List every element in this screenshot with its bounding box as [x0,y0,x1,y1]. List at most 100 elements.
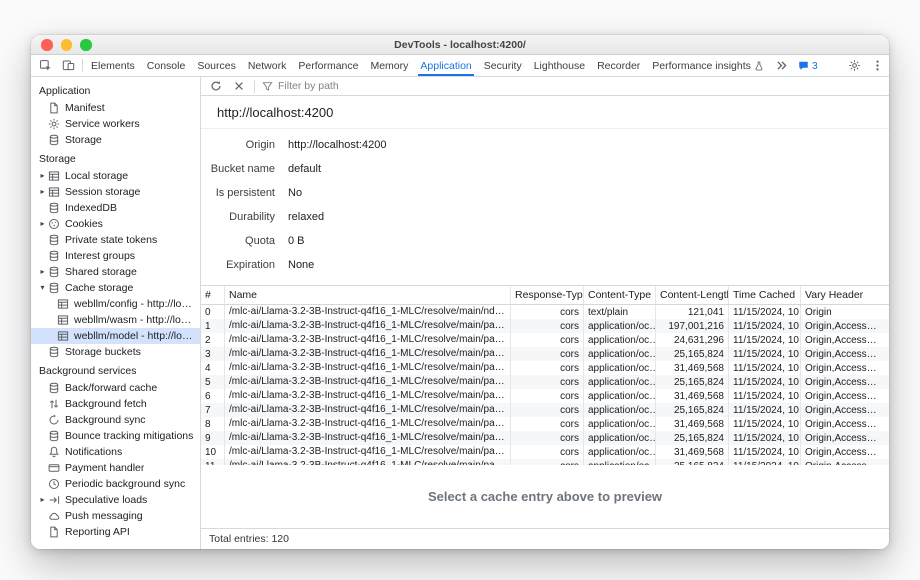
tab-elements[interactable]: Elements [85,55,141,76]
sidebar-item-storage[interactable]: Storage [31,132,200,148]
sidebar-item-reporting-api[interactable]: Reporting API [31,524,200,540]
database-icon [48,282,61,294]
sidebar-item-cache-storage[interactable]: ▾Cache storage [31,280,200,296]
sidebar-item-background-sync[interactable]: Background sync [31,412,200,428]
sidebar-item-bounce-tracking-mitigations[interactable]: Bounce tracking mitigations [31,428,200,444]
sidebar-item-push-messaging[interactable]: Push messaging [31,508,200,524]
tab-lighthouse[interactable]: Lighthouse [528,55,591,76]
tab-performance[interactable]: Performance [292,55,364,76]
sidebar-item-webllm-wasm-http-loca[interactable]: webllm/wasm - http://loca… [31,312,200,328]
cache-entry-row-9[interactable]: 9/mlc-ai/Llama-3.2-3B-Instruct-q4f16_1-M… [201,431,889,445]
sidebar-item-cookies[interactable]: ▸Cookies [31,216,200,232]
more-tabs-icon[interactable] [770,55,793,76]
tab-sources[interactable]: Sources [191,55,242,76]
settings-gear-icon[interactable] [843,55,866,76]
cell-: 0 [201,305,225,319]
cell-content-length: 121,041 [656,305,729,319]
expander-collapsed-icon[interactable]: ▸ [37,268,48,276]
sidebar-item-local-storage[interactable]: ▸ Local storage [31,168,200,184]
sidebar-item-interest-groups[interactable]: Interest groups [31,248,200,264]
cell-name: /mlc-ai/Llama-3.2-3B-Instruct-q4f16_1-ML… [225,305,511,319]
sidebar-item-storage-buckets[interactable]: Storage buckets [31,344,200,360]
expander-expanded-icon[interactable]: ▾ [37,284,48,292]
delete-icon[interactable] [231,78,247,94]
cache-entry-row-1[interactable]: 1/mlc-ai/Llama-3.2-3B-Instruct-q4f16_1-M… [201,319,889,333]
sidebar-item-webllm-config-http-loc[interactable]: webllm/config - http://loc… [31,296,200,312]
cache-entry-row-10[interactable]: 10/mlc-ai/Llama-3.2-3B-Instruct-q4f16_1-… [201,445,889,459]
sidebar-item-shared-storage[interactable]: ▸ Shared storage [31,264,200,280]
cell-vary-header: Origin,Access… [801,319,889,333]
cell-content-length: 31,469,568 [656,417,729,431]
sidebar-item-back-forward-cache[interactable]: Back/forward cache [31,380,200,396]
tab-recorder[interactable]: Recorder [591,55,646,76]
cache-entry-row-4[interactable]: 4/mlc-ai/Llama-3.2-3B-Instruct-q4f16_1-M… [201,361,889,375]
sidebar-item-manifest[interactable]: Manifest [31,100,200,116]
sidebar-item-service-workers[interactable]: Service workers [31,116,200,132]
status-bar: Total entries: 120 [201,528,889,549]
column-header-name[interactable]: Name [225,286,511,304]
cell-: 1 [201,319,225,333]
cache-entry-row-3[interactable]: 3/mlc-ai/Llama-3.2-3B-Instruct-q4f16_1-M… [201,347,889,361]
filter-by-path-input[interactable]: Filter by path [262,80,339,92]
cell-name: /mlc-ai/Llama-3.2-3B-Instruct-q4f16_1-ML… [225,445,511,459]
database-icon [48,134,61,146]
column-header-[interactable]: # [201,286,225,304]
sidebar-item-periodic-background-sync[interactable]: Periodic background sync [31,476,200,492]
table-header-row: #NameResponse-TypeContent-TypeContent-Le… [201,286,889,305]
total-entries-text: Total entries: 120 [209,533,289,545]
cache-entry-row-6[interactable]: 6/mlc-ai/Llama-3.2-3B-Instruct-q4f16_1-M… [201,389,889,403]
table-icon [48,186,61,198]
file-icon [48,102,61,114]
sidebar-item-indexeddb[interactable]: IndexedDB [31,200,200,216]
tab-performance-insights[interactable]: Performance insights [646,55,770,76]
sidebar-item-label: Shared storage [65,266,137,278]
sidebar-item-private-state-tokens[interactable]: Private state tokens [31,232,200,248]
column-header-time-cached[interactable]: Time Cached [729,286,801,304]
cache-entry-row-0[interactable]: 0/mlc-ai/Llama-3.2-3B-Instruct-q4f16_1-M… [201,305,889,319]
cell-content-type: text/plain [584,305,656,319]
tab-application[interactable]: Application [414,55,477,76]
refresh-icon[interactable] [208,78,224,94]
zoom-window-button[interactable] [80,39,92,51]
column-header-response-type[interactable]: Response-Type [511,286,584,304]
expander-collapsed-icon[interactable]: ▸ [37,220,48,228]
filter-funnel-icon [262,81,273,92]
tab-security[interactable]: Security [478,55,528,76]
column-header-vary-header[interactable]: Vary Header [801,286,889,304]
minimize-window-button[interactable] [61,39,73,51]
column-header-content-length[interactable]: Content-Length [656,286,729,304]
cache-entry-row-2[interactable]: 2/mlc-ai/Llama-3.2-3B-Instruct-q4f16_1-M… [201,333,889,347]
titlebar[interactable]: DevTools - localhost:4200/ [31,35,889,55]
tab-memory[interactable]: Memory [364,55,414,76]
cache-entry-row-5[interactable]: 5/mlc-ai/Llama-3.2-3B-Instruct-q4f16_1-M… [201,375,889,389]
kebab-menu-icon[interactable] [866,55,889,76]
tab-console[interactable]: Console [141,55,192,76]
devtools-body: ApplicationManifestService workersStorag… [31,77,889,549]
meta-value: None [288,259,314,271]
expander-collapsed-icon[interactable]: ▸ [37,172,48,180]
sidebar-item-session-storage[interactable]: ▸Session storage [31,184,200,200]
sidebar-item-label: Background sync [65,414,146,426]
expander-collapsed-icon[interactable]: ▸ [37,496,48,504]
cache-entry-row-8[interactable]: 8/mlc-ai/Llama-3.2-3B-Instruct-q4f16_1-M… [201,417,889,431]
console-messages-badge[interactable]: 3 [793,55,823,76]
tab-network[interactable]: Network [242,55,293,76]
sidebar-item-background-fetch[interactable]: Background fetch [31,396,200,412]
expander-collapsed-icon[interactable]: ▸ [37,188,48,196]
cell-: 5 [201,375,225,389]
column-header-content-type[interactable]: Content-Type [584,286,656,304]
tab-label: Performance insights [652,60,751,72]
cell-vary-header: Origin,Access… [801,389,889,403]
cell-response-type: cors [511,333,584,347]
sidebar-item-speculative-loads[interactable]: ▸Speculative loads [31,492,200,508]
sidebar-item-notifications[interactable]: Notifications [31,444,200,460]
table-body[interactable]: 0/mlc-ai/Llama-3.2-3B-Instruct-q4f16_1-M… [201,305,889,465]
sidebar-item-webllm-model-http-loc[interactable]: webllm/model - http://loc… [31,328,200,344]
cache-entry-row-7[interactable]: 7/mlc-ai/Llama-3.2-3B-Instruct-q4f16_1-M… [201,403,889,417]
cell-time-cached: 11/15/2024, 10… [729,403,801,417]
close-window-button[interactable] [41,39,53,51]
inspect-element-icon[interactable] [34,55,57,76]
device-toolbar-icon[interactable] [57,55,80,76]
sidebar-item-payment-handler[interactable]: Payment handler [31,460,200,476]
sidebar-item-label: Local storage [65,170,128,182]
